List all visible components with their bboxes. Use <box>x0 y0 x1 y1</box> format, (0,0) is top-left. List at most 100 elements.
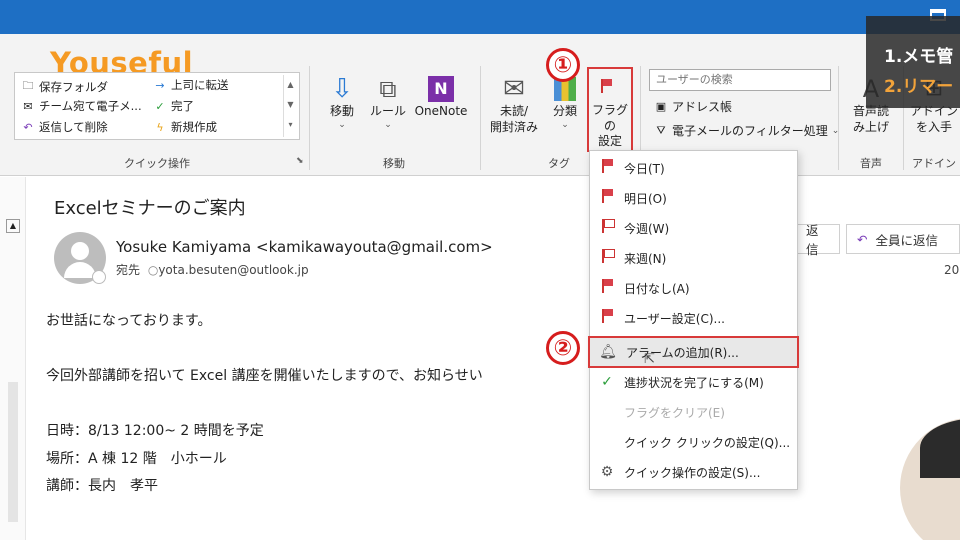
recipient-address[interactable]: yota.besuten@outlook.jp <box>158 263 308 277</box>
filter-email-button[interactable]: ⛛ 電子メールのフィルター処理 ⌄ <box>654 122 839 139</box>
reply-all-button[interactable]: ↶ 全員に返信 <box>846 224 960 254</box>
menu-item-quick-click[interactable]: クイック クリックの設定(Q)... <box>590 427 797 457</box>
folder-save-icon: 🗀 <box>22 79 34 92</box>
onenote-icon: N <box>428 76 454 102</box>
flag-label: フラグの <box>591 103 628 133</box>
quick-step-forward-boss[interactable]: → 上司に転送 <box>153 77 229 93</box>
address-book-icon: ▣ <box>655 100 667 113</box>
addins-label: を入手 <box>915 119 952 134</box>
scroll-up-icon[interactable]: ▲ <box>6 219 20 233</box>
menu-item-label: 明日(O) <box>624 191 667 206</box>
menu-item-quick-steps-settings[interactable]: ⚙ クイック操作の設定(S)... <box>590 457 797 487</box>
sender-name[interactable]: Yosuke Kamiyama <kamikawayouta@gmail.com… <box>116 238 493 256</box>
quick-step-label: 上司に転送 <box>171 78 229 92</box>
group-label-move: 移動 <box>383 157 405 170</box>
mouse-cursor-icon: ⇱ <box>644 352 655 367</box>
group-label-speech: 音声 <box>860 157 882 170</box>
quick-step-new[interactable]: ϟ 新規作成 <box>153 119 217 135</box>
move-icon: ⇩ <box>331 74 353 104</box>
forward-arrow-icon: → <box>155 78 165 92</box>
menu-item-custom[interactable]: ユーザー設定(C)... <box>590 303 797 333</box>
menu-item-label: ユーザー設定(C)... <box>624 311 725 326</box>
menu-item-clear-flag: フラグをクリア(E) <box>590 397 797 427</box>
chevron-down-icon: ⌄ <box>338 119 346 130</box>
people-search-input[interactable] <box>649 69 831 91</box>
menu-item-next-week[interactable]: 来週(N) <box>590 243 797 273</box>
quick-step-label: 完了 <box>171 99 194 113</box>
bell-icon: 🔔︎ <box>599 344 617 360</box>
lightning-icon: ϟ <box>156 120 164 134</box>
menu-item-label: 進捗状況を完了にする(M) <box>624 375 764 390</box>
menu-item-label: 来週(N) <box>624 251 667 266</box>
quick-steps-gallery[interactable]: 🗀 保存フォルダ → 上司に転送 ✉ チーム宛て電子メ... ✓ 完了 ↶ 返信して削除 … <box>14 72 300 140</box>
group-separator <box>480 66 481 170</box>
rules-button[interactable]: ⧉ ルール ⌄ <box>366 74 410 131</box>
menu-item-add-reminder[interactable]: 🔔︎ アラームの追加(R)... ⇱ <box>588 336 799 368</box>
body-line: 場所：A 棟 12 階 小ホール <box>46 451 227 467</box>
quick-step-save-folder[interactable]: 🗀 保存フォルダ <box>21 77 109 96</box>
menu-item-label: 今週(W) <box>624 221 670 236</box>
mail-icon: ✉ <box>23 99 33 113</box>
flag-icon <box>601 249 615 263</box>
move-label: 移動 <box>329 104 354 118</box>
body-line: 日時：8/13 12:00~ 2 時間を予定 <box>46 423 264 439</box>
flag-icon <box>601 79 619 97</box>
group-label-addins: アドイン <box>912 157 956 170</box>
group-separator <box>309 66 310 170</box>
move-button[interactable]: ⇩ 移動 ⌄ <box>320 74 364 131</box>
group-separator <box>838 66 839 170</box>
menu-item-label: 今日(T) <box>624 161 665 176</box>
gear-icon: ⚙ <box>600 464 614 480</box>
menu-item-mark-complete[interactable]: ✓ 進捗状況を完了にする(M) <box>590 367 797 397</box>
filter-email-label: 電子メールのフィルター処理 <box>672 124 828 138</box>
body-line: 講師：長内 孝平 <box>46 478 158 494</box>
check-icon: ✓ <box>601 374 613 390</box>
scroll-thumb[interactable] <box>8 382 18 522</box>
gallery-scroll[interactable]: ▲ ▼ ▾ <box>283 75 297 137</box>
unread-read-button[interactable]: ✉ 未読/ 開封済み <box>486 74 542 135</box>
onenote-button[interactable]: N OneNote <box>412 74 470 120</box>
rules-icon: ⧉ <box>379 75 397 103</box>
body-line: 今回外部講師を招いて Excel 講座を開催いたしますので、お知らせい <box>46 368 483 384</box>
menu-item-no-date[interactable]: 日付なし(A) <box>590 273 797 303</box>
quick-step-label: 保存フォルダ <box>39 79 108 94</box>
read-aloud-label: み上げ <box>852 119 889 134</box>
chevron-down-icon: ⌄ <box>561 119 569 130</box>
presence-icon: ○ <box>147 263 159 277</box>
menu-item-label: 日付なし(A) <box>624 281 690 296</box>
categorize-button[interactable]: 分類 ⌄ <box>546 74 584 131</box>
categorize-label: 分類 <box>552 104 577 118</box>
overlay-text: 2.リマー <box>884 77 954 97</box>
reply-button[interactable]: 返信 <box>796 223 840 257</box>
presence-icon <box>92 270 106 284</box>
onenote-label: OneNote <box>414 104 468 118</box>
body-line: お世話になっております。 <box>46 313 212 329</box>
flag-label: 設定 <box>597 134 622 149</box>
quick-step-reply-delete[interactable]: ↶ 返信して削除 <box>21 119 107 135</box>
envelope-open-icon: ✉ <box>503 74 525 104</box>
check-icon: ✓ <box>155 99 165 113</box>
scrollbar-vertical[interactable]: ▲ <box>0 177 26 540</box>
address-book-button[interactable]: ▣ アドレス帳 <box>654 98 732 115</box>
unread-label: 未読/ <box>499 104 529 118</box>
menu-item-tomorrow[interactable]: 明日(O) <box>590 183 797 213</box>
reply-all-icon: ↶ <box>857 231 868 247</box>
flag-icon <box>601 189 613 203</box>
menu-item-this-week[interactable]: 今週(W) <box>590 213 797 243</box>
dialog-launcher-icon[interactable]: ⬊ <box>296 156 304 166</box>
reply-label: 返信 <box>806 223 819 257</box>
menu-item-label: アラームの追加(R)... <box>626 345 739 360</box>
title-bar <box>0 0 960 34</box>
menu-item-label: フラグをクリア(E) <box>624 405 725 420</box>
chevron-down-icon: ⌄ <box>384 119 392 130</box>
quick-step-done[interactable]: ✓ 完了 <box>153 98 194 114</box>
rules-label: ルール <box>369 104 406 118</box>
flag-icon <box>601 219 615 233</box>
step-marker-2: ② <box>546 331 580 365</box>
group-label-quick-steps: クイック操作 <box>124 157 190 170</box>
quick-step-team-mail[interactable]: ✉ チーム宛て電子メ... <box>21 98 141 114</box>
menu-item-label: クイック操作の設定(S)... <box>624 465 761 480</box>
follow-up-flag-button[interactable]: フラグの 設定 <box>587 67 633 152</box>
video-overlay-panel: 1.メモ管 2.リマー <box>866 16 960 108</box>
menu-item-today[interactable]: 今日(T) <box>590 153 797 183</box>
